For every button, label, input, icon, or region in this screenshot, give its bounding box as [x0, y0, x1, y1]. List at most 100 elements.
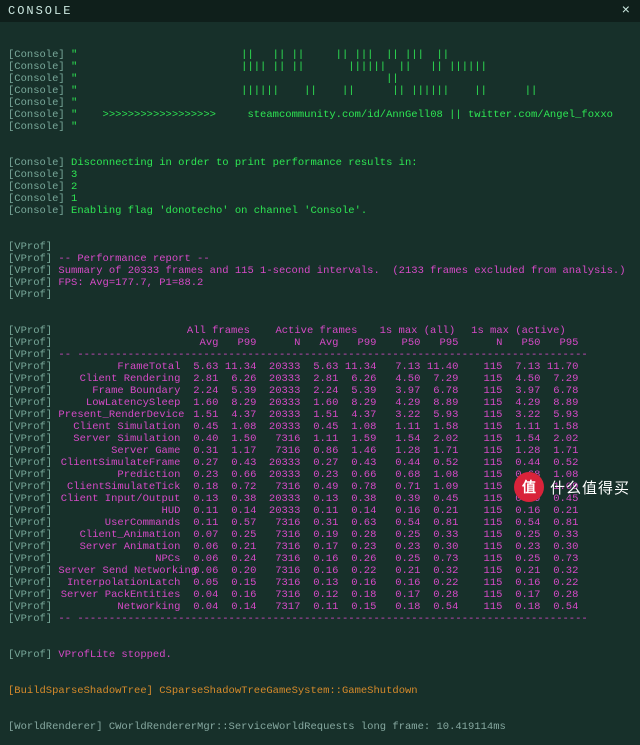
perf-value: 115 [458, 529, 502, 541]
perf-value: 115 [458, 397, 502, 409]
col-header: P95 [420, 337, 458, 349]
perf-value: 0.16 [300, 553, 338, 565]
perf-value: 0.16 [300, 565, 338, 577]
perf-value: 0.33 [420, 529, 458, 541]
vprof-tag: [VProf] [8, 649, 52, 661]
dash-line: -- -------------------------------------… [58, 613, 587, 625]
perf-value: 115 [458, 517, 502, 529]
perf-value: 1.51 [180, 409, 218, 421]
perf-value: 1.50 [218, 433, 256, 445]
perf-value: 0.18 [180, 481, 218, 493]
vprof-tag: [VProf] [8, 325, 52, 337]
vprof-line: FPS: Avg=177.7, P1=88.2 [58, 277, 203, 289]
perf-value: 1.17 [218, 445, 256, 457]
console-tag: [Console] [8, 157, 65, 169]
perf-value: 115 [458, 565, 502, 577]
perf-value: 0.13 [180, 493, 218, 505]
col-header: P50 [376, 337, 420, 349]
col-header: P95 [540, 337, 578, 349]
ascii-line: " [71, 97, 77, 109]
perf-value: 0.44 [376, 457, 420, 469]
ascii-line: " || || || || ||| || ||| || [71, 49, 455, 61]
perf-label: Prediction [58, 469, 180, 481]
perf-value: 20333 [256, 505, 300, 517]
perf-row: [VProf] Client_Animation0.070.2573160.19… [8, 529, 636, 541]
perf-value: 5.63 [180, 361, 218, 373]
close-icon[interactable]: × [622, 3, 632, 19]
perf-value: 115 [458, 541, 502, 553]
perf-value: 1.28 [502, 445, 540, 457]
perf-label: Present_RenderDevice [58, 409, 180, 421]
perf-value: 1.08 [420, 469, 458, 481]
perf-value: 0.38 [338, 493, 376, 505]
perf-value: 0.04 [180, 589, 218, 601]
perf-value: 7.13 [376, 361, 420, 373]
perf-value: 0.72 [218, 481, 256, 493]
perf-row: [VProf] Server Game0.311.1773160.861.461… [8, 445, 636, 457]
window-title: CONSOLE [8, 4, 72, 18]
perf-value: 1.71 [420, 445, 458, 457]
console-line: Disconnecting in order to print performa… [71, 157, 418, 169]
perf-label: Server Game [58, 445, 180, 457]
perf-value: 7316 [256, 577, 300, 589]
perf-value: 0.18 [338, 589, 376, 601]
perf-value: 115 [458, 445, 502, 457]
perf-value: 5.39 [338, 385, 376, 397]
perf-value: 0.28 [540, 589, 578, 601]
perf-value: 115 [458, 601, 502, 613]
perf-value: 0.11 [180, 505, 218, 517]
perf-value: 5.63 [300, 361, 338, 373]
perf-row: [VProf] NPCs0.060.2473160.160.260.250.73… [8, 553, 636, 565]
vprof-tag: [VProf] [8, 385, 52, 397]
perf-value: 0.25 [376, 529, 420, 541]
perf-value: 4.37 [338, 409, 376, 421]
perf-value: 0.23 [502, 541, 540, 553]
perf-value: 0.23 [376, 541, 420, 553]
perf-value: 0.45 [420, 493, 458, 505]
perf-value: 0.73 [420, 553, 458, 565]
perf-value: 0.21 [540, 505, 578, 517]
perf-value: 0.11 [300, 601, 338, 613]
perf-value: 6.78 [420, 385, 458, 397]
perf-row: [VProf] Client Simulation0.451.08203330.… [8, 421, 636, 433]
perf-row: [VProf] HUD0.110.14203330.110.140.160.21… [8, 505, 636, 517]
vprof-stop: VProfLite stopped. [58, 649, 171, 661]
perf-row: [VProf] Server PackEntities0.040.1673160… [8, 589, 636, 601]
vprof-tag: [VProf] [8, 505, 52, 517]
perf-value: 115 [458, 409, 502, 421]
perf-value: 0.06 [180, 565, 218, 577]
ascii-line: " |||||| || || || |||||| || || [71, 85, 544, 97]
perf-value: 0.17 [376, 589, 420, 601]
perf-value: 11.70 [540, 361, 578, 373]
perf-value: 20333 [256, 385, 300, 397]
world-tag: [WorldRenderer] [8, 721, 103, 733]
perf-value: 3.97 [502, 385, 540, 397]
perf-value: 2.02 [540, 433, 578, 445]
perf-value: 8.29 [338, 397, 376, 409]
perf-value: 20333 [256, 409, 300, 421]
perf-row: [VProf] Server Send Networking0.060.2073… [8, 565, 636, 577]
perf-row: [VProf] Frame Boundary2.245.39203332.245… [8, 385, 636, 397]
perf-value: 0.25 [502, 529, 540, 541]
perf-value: 0.14 [338, 505, 376, 517]
perf-value: 0.21 [376, 565, 420, 577]
vprof-tag: [VProf] [8, 277, 52, 289]
perf-row: [VProf] FrameTotal5.6311.34203335.6311.3… [8, 361, 636, 373]
world-line: CWorldRendererMgr::ServiceWorldRequests … [109, 721, 506, 733]
perf-value: 0.19 [300, 529, 338, 541]
perf-value: 1.08 [338, 421, 376, 433]
perf-value: 0.25 [218, 529, 256, 541]
perf-value: 1.11 [376, 421, 420, 433]
vprof-tag: [VProf] [8, 253, 52, 265]
perf-value: 7316 [256, 541, 300, 553]
perf-value: 1.51 [300, 409, 338, 421]
perf-value: 1.58 [540, 421, 578, 433]
perf-value: 0.66 [338, 469, 376, 481]
perf-value: 0.86 [300, 445, 338, 457]
vprof-tag: [VProf] [8, 589, 52, 601]
perf-label: Client Simulation [58, 421, 180, 433]
perf-row: [VProf] ClientSimulateFrame0.270.4320333… [8, 457, 636, 469]
perf-value: 0.81 [540, 517, 578, 529]
perf-label: Client_Animation [58, 529, 180, 541]
console-tag: [Console] [8, 73, 65, 85]
